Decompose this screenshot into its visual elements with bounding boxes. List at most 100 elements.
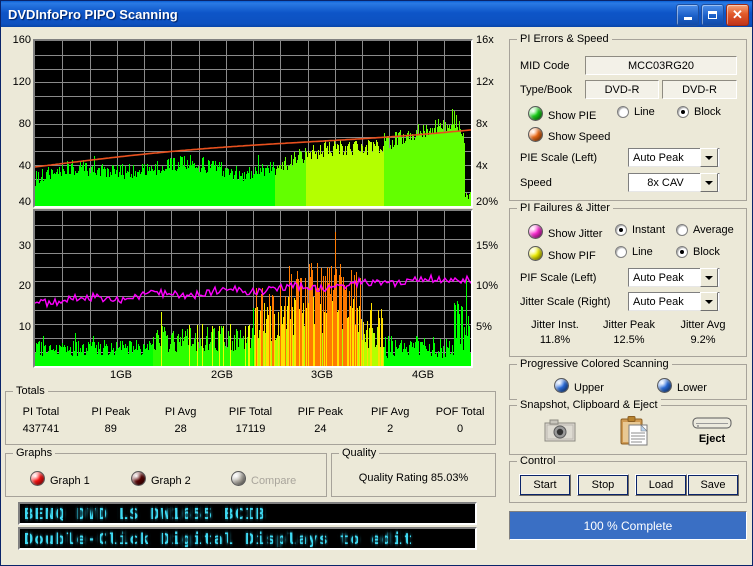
graph-xtick-4gb: 4GB: [412, 369, 435, 381]
graph-1-toggle[interactable]: Graph 1: [30, 471, 90, 487]
show-jitter-led-icon: [528, 224, 543, 239]
lower-toggle[interactable]: Lower: [657, 378, 707, 394]
digital-display-drive[interactable]: BENQ DVD LS DW1655 BCIB: [18, 502, 477, 525]
title-bar: DVDInfoPro PIPO Scanning ✕: [1, 1, 752, 27]
show-pif-toggle[interactable]: Show PIF: [528, 246, 596, 262]
minimize-button[interactable]: [676, 4, 699, 26]
graph-1-label: Graph 1: [50, 475, 90, 487]
upper-toggle[interactable]: Upper: [554, 378, 604, 394]
show-jitter-toggle[interactable]: Show Jitter: [528, 224, 602, 240]
show-pif-led-icon: [528, 246, 543, 261]
pie-scale-label: PIE Scale (Left): [520, 152, 598, 164]
lower-led-icon: [657, 378, 672, 393]
upper-label: Upper: [574, 382, 604, 394]
pie-scale-combo[interactable]: Auto Peak: [628, 148, 720, 167]
totals-value: 89: [104, 423, 117, 435]
close-button[interactable]: ✕: [726, 4, 749, 26]
graph2-ytick-right-5pct: 5%: [476, 321, 492, 333]
totals-value: 2: [387, 423, 394, 435]
save-button[interactable]: Save: [687, 474, 739, 496]
lower-label: Lower: [677, 382, 707, 394]
mid-code-value: MCC03RG20: [627, 59, 695, 72]
load-label: Load: [648, 479, 674, 491]
show-pif-label: Show PIF: [548, 250, 596, 262]
pie-line-label: Line: [634, 106, 655, 118]
show-pie-toggle[interactable]: Show PIE: [528, 106, 596, 122]
compare-led-icon: [231, 471, 246, 486]
jitter-average-radio[interactable]: Average: [676, 224, 734, 236]
graph2-ytick-right-20pct: 20%: [476, 196, 499, 208]
clipboard-button[interactable]: [620, 416, 648, 449]
clipboard-icon: [620, 416, 648, 446]
pie-scale-value: Auto Peak: [633, 151, 684, 164]
progress-label: 100 % Complete: [583, 518, 673, 533]
progress-bar: 100 % Complete: [509, 511, 747, 540]
digital-display-hint[interactable]: Double-Click Digital Displays to edit: [18, 527, 477, 550]
right-column: PI Errors & Speed MID Code MCC03RG20 Typ…: [509, 31, 749, 563]
mid-code-label: MID Code: [520, 60, 570, 72]
chevron-down-icon[interactable]: [700, 292, 718, 311]
jitter-avg-header: Jitter Avg: [680, 319, 726, 331]
control-group: Control Start Stop Load Save: [509, 455, 747, 503]
start-button[interactable]: Start: [519, 474, 571, 496]
pif-block-radio[interactable]: Block: [676, 246, 720, 258]
graph-pi-failures-jitter[interactable]: [33, 209, 473, 368]
totals-header: PIF Total: [228, 406, 273, 418]
camera-icon: [544, 419, 576, 442]
eject-button[interactable]: Eject: [692, 415, 732, 445]
jitter-instant-radio[interactable]: Instant: [615, 224, 665, 236]
graph2-ytick-right-15pct: 15%: [476, 240, 499, 252]
quality-caption: Quality: [339, 447, 380, 459]
graph-2-led-icon: [131, 471, 146, 486]
eject-label: Eject: [698, 433, 726, 445]
show-speed-led-icon: [528, 127, 543, 142]
speed-combo[interactable]: 8x CAV: [628, 173, 720, 192]
chevron-down-icon[interactable]: [700, 148, 718, 167]
pif-scale-value: Auto Peak: [633, 271, 684, 284]
window-buttons: ✕: [676, 4, 749, 26]
speed-value: 8x CAV: [647, 176, 684, 189]
pie-line-radio[interactable]: Line: [617, 106, 655, 118]
progressive-scanning-group: Progressive Colored Scanning Upper Lower: [509, 358, 747, 400]
pi-failures-jitter-group: PI Failures & Jitter Show Jitter Instant…: [509, 202, 747, 357]
graph1-ytick-160: 160: [12, 34, 31, 46]
graph1-ytick-40: 40: [18, 160, 31, 172]
pi-failures-caption: PI Failures & Jitter: [517, 202, 613, 214]
jitter-scale-combo[interactable]: Auto Peak: [628, 292, 720, 311]
pif-scale-combo[interactable]: Auto Peak: [628, 268, 720, 287]
chevron-down-icon[interactable]: [700, 173, 718, 192]
jitter-peak-value: 12.5%: [613, 334, 645, 346]
left-column: 160 120 80 40 16x 12x 8x 4x 40 30 20 10 …: [5, 31, 505, 563]
show-jitter-label: Show Jitter: [548, 228, 603, 240]
snapshot-clipboard-eject-group: Snapshot, Clipboard & Eject Eject: [509, 399, 747, 455]
graph-xtick-3gb: 3GB: [311, 369, 334, 381]
graphs-group: Graphs Graph 1 Graph 2 Compare: [5, 447, 327, 497]
snapshot-camera-button[interactable]: [544, 419, 576, 446]
graph-pi-errors-speed[interactable]: [33, 39, 473, 208]
start-label: Start: [533, 479, 557, 491]
graph-xtick-1gb: 1GB: [110, 369, 133, 381]
pi-errors-speed-group: PI Errors & Speed MID Code MCC03RG20 Typ…: [509, 33, 747, 201]
pie-block-radio[interactable]: Block: [677, 106, 721, 118]
stop-button[interactable]: Stop: [577, 474, 629, 496]
chevron-down-icon[interactable]: [700, 268, 718, 287]
graph1-ytick-right-12x: 12x: [476, 76, 494, 88]
graphs-area: 160 120 80 40 16x 12x 8x 4x 40 30 20 10 …: [5, 31, 505, 386]
eject-drive-icon: [692, 417, 732, 429]
show-speed-toggle[interactable]: Show Speed: [528, 127, 610, 143]
jitter-scale-value: Auto Peak: [633, 295, 684, 308]
pif-line-radio[interactable]: Line: [615, 246, 653, 258]
upper-led-icon: [554, 378, 569, 393]
graph1-ytick-right-8x: 8x: [476, 118, 488, 130]
graph2-ytick-40: 40: [18, 196, 31, 208]
totals-value: 17119: [235, 423, 266, 435]
radio-circle-icon: [676, 224, 688, 236]
graph-2-toggle[interactable]: Graph 2: [131, 471, 191, 487]
pif-block-label: Block: [693, 246, 720, 258]
totals-value: 0: [457, 423, 464, 435]
totals-value: 24: [314, 423, 327, 435]
maximize-button[interactable]: [701, 4, 724, 26]
quality-group: Quality Quality Rating 85.03%: [331, 447, 496, 497]
graph-xtick-2gb: 2GB: [211, 369, 234, 381]
load-button[interactable]: Load: [635, 474, 687, 496]
